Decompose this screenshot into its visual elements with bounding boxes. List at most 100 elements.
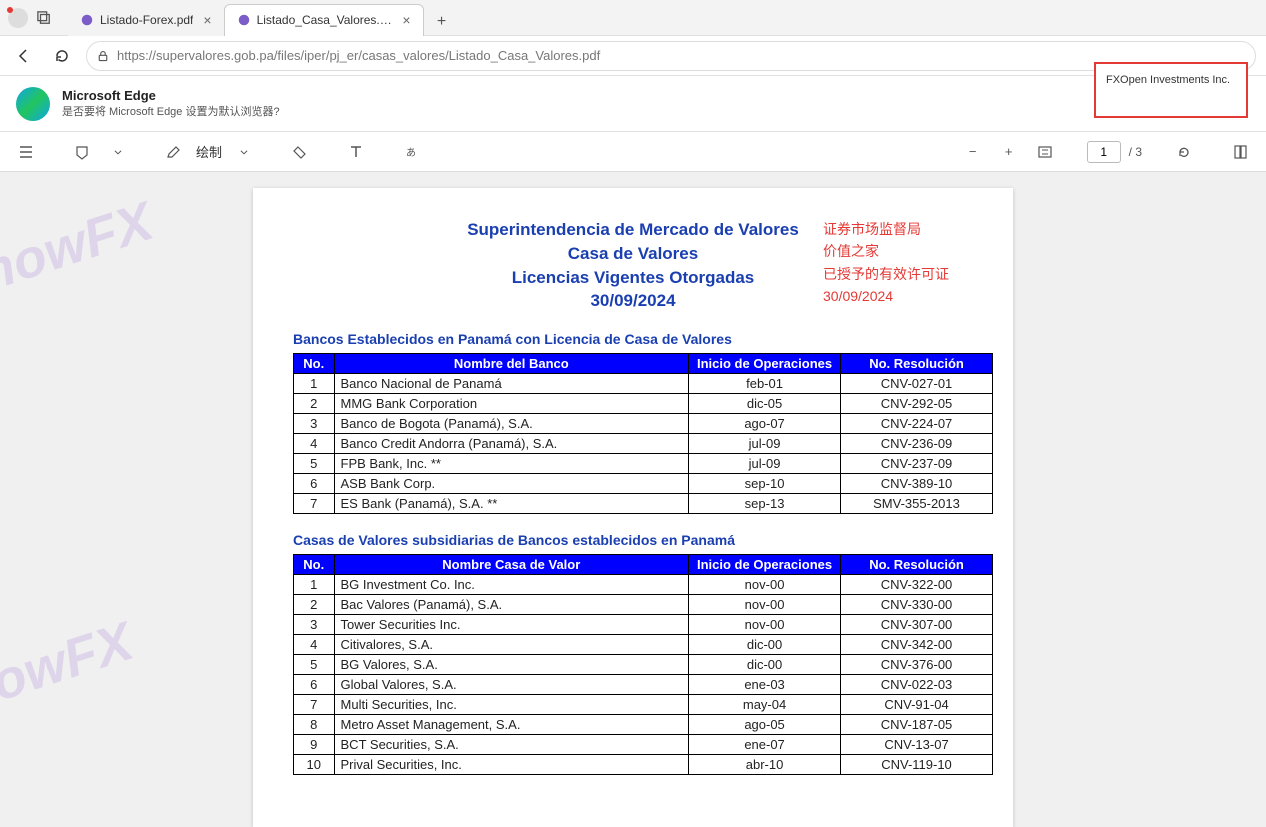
highlight-text: FXOpen Investments Inc. — [1106, 74, 1230, 86]
close-icon[interactable]: × — [402, 12, 410, 28]
lock-icon — [97, 50, 109, 62]
table-row: 3Banco de Bogota (Panamá), S.A.ago-07CNV… — [294, 414, 993, 434]
table-row: 3Tower Securities Inc.nov-00CNV-307-00 — [294, 615, 993, 635]
col-res: No. Resolución — [841, 354, 993, 374]
url-text: https://supervalores.gob.pa/files/iper/p… — [117, 48, 600, 63]
cell-inicio: ene-07 — [689, 735, 841, 755]
profile-icon[interactable] — [8, 8, 28, 28]
cell-res: CNV-027-01 — [841, 374, 993, 394]
zoom-out-button[interactable]: − — [959, 138, 987, 166]
cell-res: CNV-330-00 — [841, 595, 993, 615]
cell-res: CNV-119-10 — [841, 755, 993, 775]
cell-no: 5 — [294, 454, 335, 474]
cell-inicio: nov-00 — [689, 615, 841, 635]
cell-no: 9 — [294, 735, 335, 755]
cell-no: 7 — [294, 695, 335, 715]
table-row: 4Citivalores, S.A.dic-00CNV-342-00 — [294, 635, 993, 655]
col-name: Nombre del Banco — [334, 354, 689, 374]
chinese-annotation: 证券市场监督局 价值之家 已授予的有效许可证 30/09/2024 — [823, 218, 949, 308]
tab-active[interactable]: Listado_Casa_Valores.pdf × — [224, 4, 424, 36]
watermark: KnowFX — [0, 190, 160, 316]
cell-res: CNV-91-04 — [841, 695, 993, 715]
cell-name: Banco de Bogota (Panamá), S.A. — [334, 414, 689, 434]
cn-line: 价值之家 — [823, 240, 949, 262]
titlebar: Listado-Forex.pdf × Listado_Casa_Valores… — [0, 0, 1266, 36]
url-bar[interactable]: https://supervalores.gob.pa/files/iper/p… — [86, 41, 1256, 71]
cell-inicio: nov-00 — [689, 595, 841, 615]
cell-no: 1 — [294, 374, 335, 394]
cell-no: 4 — [294, 434, 335, 454]
cell-inicio: abr-10 — [689, 755, 841, 775]
draw-icon[interactable] — [160, 138, 188, 166]
read-aloud-icon[interactable]: あ — [398, 138, 426, 166]
page-view-icon[interactable] — [1226, 138, 1254, 166]
table-row: 6Global Valores, S.A.ene-03CNV-022-03 — [294, 675, 993, 695]
cell-no: 3 — [294, 615, 335, 635]
cell-no: 6 — [294, 474, 335, 494]
page-number-input[interactable] — [1087, 141, 1121, 163]
pdf-viewer[interactable]: KnowFX KnowFX KnowFX KnowFX Superintende… — [0, 172, 1266, 827]
highlight-icon[interactable] — [68, 138, 96, 166]
prompt-title: Microsoft Edge — [62, 88, 280, 103]
cell-name: Prival Securities, Inc. — [334, 755, 689, 775]
draw-label[interactable]: 绘制 — [196, 142, 222, 161]
cell-inicio: dic-00 — [689, 655, 841, 675]
refresh-button[interactable] — [48, 42, 76, 70]
cell-no: 2 — [294, 595, 335, 615]
cell-res: CNV-13-07 — [841, 735, 993, 755]
tab-inactive[interactable]: Listado-Forex.pdf × — [68, 4, 224, 36]
document-title: Superintendencia de Mercado de Valores C… — [293, 218, 973, 313]
col-inicio: Inicio de Operaciones — [689, 555, 841, 575]
cell-no: 8 — [294, 715, 335, 735]
cn-line: 已授予的有效许可证 — [823, 263, 949, 285]
table-row: 5BG Valores, S.A.dic-00CNV-376-00 — [294, 655, 993, 675]
erase-icon[interactable] — [286, 138, 314, 166]
table-row: 9BCT Securities, S.A.ene-07CNV-13-07 — [294, 735, 993, 755]
watermark: KnowFX — [0, 610, 140, 736]
table-row: 1Banco Nacional de Panamáfeb-01CNV-027-0… — [294, 374, 993, 394]
fit-page-icon[interactable] — [1031, 138, 1059, 166]
svg-text:あ: あ — [406, 147, 416, 159]
cell-res: SMV-355-2013 — [841, 494, 993, 514]
back-button[interactable] — [10, 42, 38, 70]
table-row: 7Multi Securities, Inc.may-04CNV-91-04 — [294, 695, 993, 715]
cell-no: 1 — [294, 575, 335, 595]
prompt-subtitle: 是否要将 Microsoft Edge 设置为默认浏览器? — [62, 103, 280, 119]
address-bar-row: https://supervalores.gob.pa/files/iper/p… — [0, 36, 1266, 76]
close-icon[interactable]: × — [203, 12, 211, 28]
table-row: 5FPB Bank, Inc. **jul-09CNV-237-09 — [294, 454, 993, 474]
contents-icon[interactable] — [12, 138, 40, 166]
table-row: 7ES Bank (Panamá), S.A. **sep-13SMV-355-… — [294, 494, 993, 514]
cell-res: CNV-292-05 — [841, 394, 993, 414]
table-row: 10Prival Securities, Inc.abr-10CNV-119-1… — [294, 755, 993, 775]
text-icon[interactable] — [342, 138, 370, 166]
page-total-label: / 3 — [1129, 145, 1142, 159]
cell-name: ES Bank (Panamá), S.A. ** — [334, 494, 689, 514]
cell-inicio: ago-07 — [689, 414, 841, 434]
table-row: 1BG Investment Co. Inc.nov-00CNV-322-00 — [294, 575, 993, 595]
pdf-page: Superintendencia de Mercado de Valores C… — [253, 188, 1013, 827]
cell-name: Metro Asset Management, S.A. — [334, 715, 689, 735]
cell-name: MMG Bank Corporation — [334, 394, 689, 414]
col-no: No. — [294, 555, 335, 575]
cell-name: BCT Securities, S.A. — [334, 735, 689, 755]
rotate-icon[interactable] — [1170, 138, 1198, 166]
table-row: 4Banco Credit Andorra (Panamá), S.A.jul-… — [294, 434, 993, 454]
cell-name: BG Investment Co. Inc. — [334, 575, 689, 595]
cell-res: CNV-237-09 — [841, 454, 993, 474]
cell-res: CNV-342-00 — [841, 635, 993, 655]
cell-inicio: may-04 — [689, 695, 841, 715]
cell-inicio: ago-05 — [689, 715, 841, 735]
cell-name: Bac Valores (Panamá), S.A. — [334, 595, 689, 615]
cell-name: BG Valores, S.A. — [334, 655, 689, 675]
cell-res: CNV-376-00 — [841, 655, 993, 675]
cell-inicio: sep-13 — [689, 494, 841, 514]
chevron-down-icon[interactable] — [104, 138, 132, 166]
cell-name: Banco Credit Andorra (Panamá), S.A. — [334, 434, 689, 454]
new-tab-button[interactable]: + — [428, 8, 456, 36]
chevron-down-icon[interactable] — [230, 138, 258, 166]
cell-no: 2 — [294, 394, 335, 414]
zoom-in-button[interactable]: + — [995, 138, 1023, 166]
pdf-favicon — [237, 13, 251, 27]
tab-actions-icon[interactable] — [36, 10, 52, 26]
